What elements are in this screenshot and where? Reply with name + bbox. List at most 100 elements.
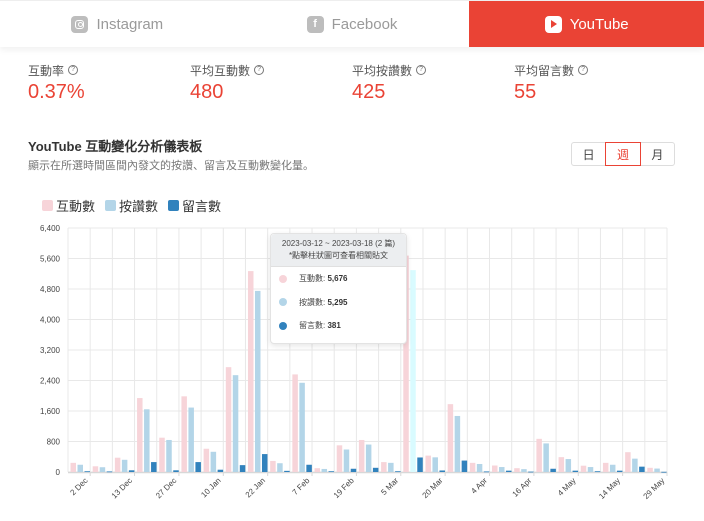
- x-tick-label: 5 Mar: [379, 476, 400, 497]
- bar-likes[interactable]: [543, 443, 549, 472]
- bar-comments[interactable]: [306, 464, 312, 472]
- bar-interactions[interactable]: [70, 462, 77, 472]
- bar-comments[interactable]: [550, 468, 556, 472]
- bar-likes[interactable]: [388, 462, 394, 472]
- bar-comments[interactable]: [661, 471, 667, 473]
- bar-comments[interactable]: [195, 462, 201, 472]
- bar-likes[interactable]: [343, 449, 350, 472]
- bar-interactions[interactable]: [114, 457, 121, 472]
- bar-likes[interactable]: [121, 459, 128, 472]
- bar-comments[interactable]: [483, 471, 490, 473]
- bar-comments[interactable]: [616, 470, 623, 472]
- bar-interactions[interactable]: [381, 462, 387, 472]
- tooltip-label: 留言數:: [299, 321, 326, 331]
- bar-likes[interactable]: [77, 464, 84, 472]
- bar-likes[interactable]: [232, 375, 239, 472]
- bar-interactions[interactable]: [558, 457, 565, 472]
- period-week-button[interactable]: 週: [605, 142, 641, 166]
- legend-item-comments[interactable]: 留言數: [168, 196, 221, 215]
- bar-comments[interactable]: [461, 460, 468, 472]
- bar-interactions[interactable]: [247, 271, 254, 472]
- tooltip-range: 2023-03-12 ~ 2023-03-18 (2 篇): [281, 239, 396, 248]
- bar-comments[interactable]: [128, 470, 135, 472]
- legend-swatch: [168, 200, 180, 211]
- period-day-button[interactable]: 日: [572, 143, 605, 165]
- bar-interactions[interactable]: [469, 462, 476, 472]
- bar-comments[interactable]: [528, 471, 534, 473]
- help-icon[interactable]: ?: [416, 65, 427, 75]
- bar-comments[interactable]: [239, 465, 246, 472]
- bar-likes[interactable]: [521, 469, 527, 472]
- help-icon[interactable]: ?: [68, 65, 79, 75]
- bar-interactions[interactable]: [314, 468, 321, 472]
- bar-likes[interactable]: [99, 467, 106, 472]
- bar-interactions[interactable]: [92, 466, 99, 472]
- bar-comments[interactable]: [284, 470, 290, 472]
- bar-comments[interactable]: [572, 470, 579, 472]
- bar-comments[interactable]: [439, 470, 445, 472]
- bar-interactions[interactable]: [159, 437, 165, 472]
- bar-comments[interactable]: [151, 462, 157, 472]
- bar-likes[interactable]: [454, 415, 461, 472]
- help-icon[interactable]: ?: [254, 65, 265, 75]
- bar-likes[interactable]: [254, 290, 261, 472]
- x-tick-label: 16 Apr: [511, 476, 534, 499]
- bar-likes[interactable]: [632, 458, 638, 472]
- bar-interactions[interactable]: [181, 396, 187, 472]
- bar-likes[interactable]: [410, 270, 416, 472]
- bar-likes[interactable]: [188, 407, 194, 472]
- bar-interactions[interactable]: [536, 438, 542, 472]
- help-icon[interactable]: ?: [578, 65, 589, 75]
- bar-likes[interactable]: [587, 467, 594, 472]
- tab-label: Facebook: [331, 15, 398, 33]
- bar-interactions[interactable]: [514, 468, 520, 472]
- bar-likes[interactable]: [299, 382, 305, 472]
- bar-likes[interactable]: [565, 459, 572, 472]
- bar-comments[interactable]: [395, 471, 401, 473]
- legend-item-likes[interactable]: 按讚數: [105, 196, 158, 215]
- bar-comments[interactable]: [639, 466, 645, 472]
- bar-interactions[interactable]: [137, 398, 143, 472]
- bar-likes[interactable]: [210, 451, 217, 472]
- tab-instagram[interactable]: Instagram: [0, 1, 235, 47]
- bar-comments[interactable]: [350, 468, 357, 472]
- bar-likes[interactable]: [476, 463, 483, 472]
- stat-value: 480: [190, 81, 224, 103]
- bar-comments[interactable]: [506, 470, 512, 472]
- bar-comments[interactable]: [328, 471, 335, 473]
- bar-interactions[interactable]: [225, 367, 232, 472]
- bar-likes[interactable]: [277, 463, 283, 472]
- bar-comments[interactable]: [173, 470, 179, 472]
- bar-interactions[interactable]: [336, 445, 343, 472]
- bar-likes[interactable]: [432, 457, 438, 472]
- bar-likes[interactable]: [144, 409, 150, 472]
- bar-comments[interactable]: [417, 457, 423, 472]
- bar-comments[interactable]: [261, 454, 268, 472]
- bar-likes[interactable]: [609, 464, 616, 472]
- tab-facebook[interactable]: f Facebook: [235, 1, 470, 47]
- bar-likes[interactable]: [365, 444, 372, 472]
- bar-comments[interactable]: [106, 471, 113, 473]
- bar-interactions[interactable]: [270, 460, 276, 472]
- bar-interactions[interactable]: [292, 374, 298, 472]
- bar-likes[interactable]: [654, 468, 660, 472]
- bar-comments[interactable]: [372, 467, 379, 472]
- legend-item-interactions[interactable]: 互動數: [42, 196, 95, 215]
- tab-youtube[interactable]: YouTube: [469, 1, 704, 47]
- bar-likes[interactable]: [166, 439, 172, 472]
- bar-comments[interactable]: [217, 469, 224, 472]
- bar-likes[interactable]: [499, 467, 505, 472]
- bar-interactions[interactable]: [358, 439, 365, 472]
- bar-interactions[interactable]: [203, 448, 210, 472]
- bar-comments[interactable]: [84, 471, 91, 473]
- bar-interactions[interactable]: [647, 467, 653, 472]
- bar-interactions[interactable]: [602, 462, 609, 472]
- bar-likes[interactable]: [321, 468, 328, 472]
- bar-interactions[interactable]: [580, 465, 587, 472]
- bar-comments[interactable]: [594, 471, 601, 473]
- bar-interactions[interactable]: [425, 455, 431, 472]
- period-month-button[interactable]: 月: [641, 143, 674, 165]
- bar-interactions[interactable]: [447, 404, 454, 472]
- bar-interactions[interactable]: [492, 465, 498, 472]
- bar-interactions[interactable]: [625, 452, 631, 472]
